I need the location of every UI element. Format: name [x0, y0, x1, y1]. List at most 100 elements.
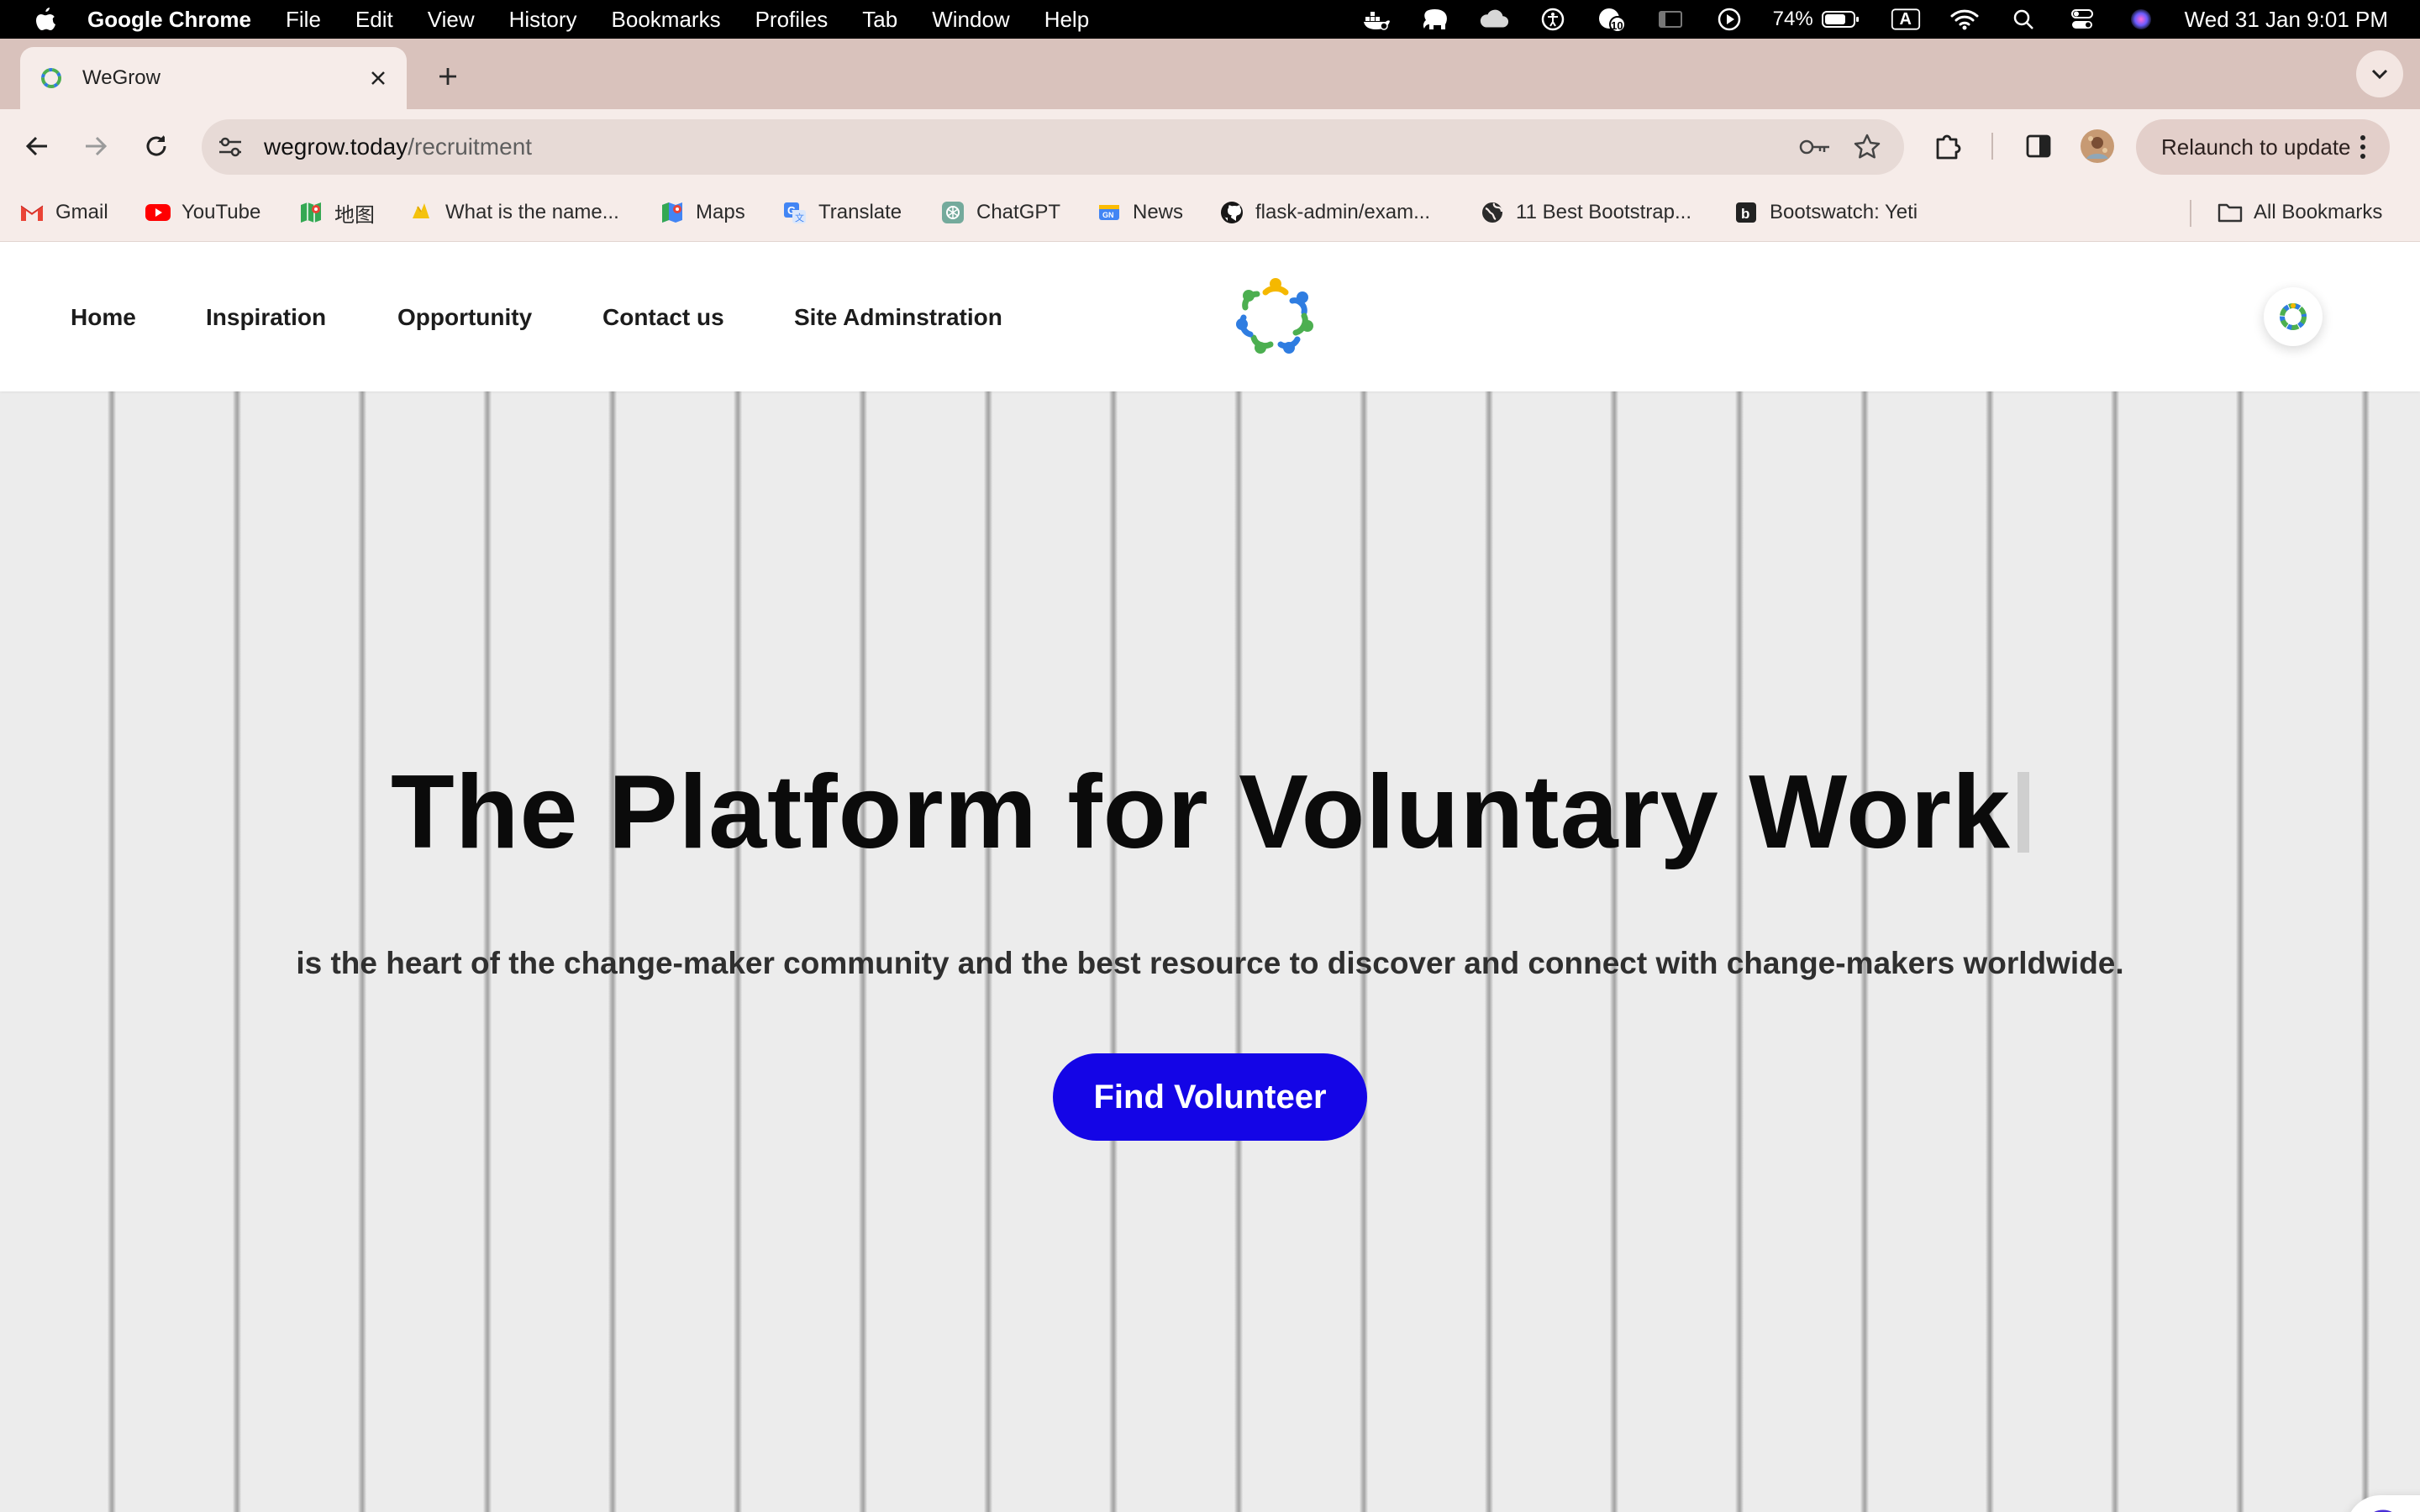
battery-icon[interactable]	[1820, 7, 1862, 32]
bookmark-label: 地图	[334, 203, 375, 227]
menu-edit[interactable]: Edit	[355, 7, 393, 33]
input-source-label: A	[1899, 9, 1912, 29]
bookmark-ditu[interactable]: 地图	[297, 197, 375, 228]
bookmark-chatgpt[interactable]: ChatGPT	[939, 197, 1060, 228]
translate-icon: G文	[781, 199, 808, 226]
bookmarks-bar: Gmail YouTube 地图 What is the name... Map…	[0, 183, 2420, 242]
bookmark-label: YouTube	[182, 201, 261, 223]
bookmark-label: ChatGPT	[976, 201, 1061, 223]
relaunch-to-update-button[interactable]: Relaunch to update	[2136, 119, 2390, 175]
all-bookmarks-button[interactable]: All Bookmarks	[2217, 197, 2382, 228]
elephant-icon[interactable]	[1420, 7, 1450, 32]
web-page: Home Inspiration Opportunity Contact us …	[0, 242, 2420, 1512]
bookmark-maps[interactable]: Maps	[659, 197, 745, 228]
notification-count: 10	[1611, 19, 1623, 32]
chatgpt-icon	[939, 199, 966, 226]
bookmark-label: Bootswatch: Yeti	[1770, 201, 1918, 223]
extensions-puzzle-icon[interactable]	[1928, 126, 1968, 166]
folder-icon	[2217, 199, 2244, 226]
siri-icon[interactable]	[2126, 7, 2156, 32]
play-circle-icon[interactable]	[1714, 7, 1744, 32]
reload-icon[interactable]	[134, 124, 178, 168]
bookmark-star-icon[interactable]	[1849, 129, 1886, 165]
bookmark-news[interactable]: GN News	[1096, 197, 1183, 228]
wegrow-favicon-icon	[39, 66, 64, 91]
bookmark-bootswatch[interactable]: b Bootswatch: Yeti	[1733, 197, 1918, 228]
accessibility-icon[interactable]	[1538, 7, 1568, 32]
wifi-icon[interactable]	[1949, 7, 1980, 32]
bookmark-youtube[interactable]: YouTube	[145, 197, 260, 228]
menu-help[interactable]: Help	[1044, 7, 1089, 33]
menu-bookmarks[interactable]: Bookmarks	[612, 7, 721, 33]
forward-arrow-icon[interactable]	[74, 124, 118, 168]
side-panel-icon[interactable]	[2018, 126, 2059, 166]
bookmark-bootstrap[interactable]: 11 Best Bootstrap...	[1479, 197, 1691, 228]
hero-title: The Platform for Voluntary Work	[0, 753, 2420, 872]
screen-mirroring-icon[interactable]	[1655, 7, 1686, 32]
macos-menu-bar: Google Chrome File Edit View History Boo…	[0, 0, 2420, 39]
hero-subtitle: is the heart of the change-maker communi…	[296, 946, 2124, 980]
gmail-icon	[18, 199, 45, 226]
site-header: Home Inspiration Opportunity Contact us …	[0, 242, 2420, 391]
svg-text:GN: GN	[1102, 211, 1114, 219]
wegrow-logo[interactable]	[1232, 272, 1319, 360]
bookmark-what-is-the-name[interactable]: What is the name...	[408, 197, 619, 228]
news-icon: GN	[1096, 199, 1123, 226]
notification-badge-icon[interactable]: 10	[1597, 7, 1627, 33]
nav-site-administration[interactable]: Site Adminstration	[794, 304, 1002, 331]
tab-wegrow[interactable]: WeGrow	[20, 47, 407, 109]
back-arrow-icon[interactable]	[15, 124, 59, 168]
bookmark-gmail[interactable]: Gmail	[18, 197, 108, 228]
more-vert-icon[interactable]	[2346, 130, 2380, 164]
new-tab-plus-icon[interactable]	[429, 57, 467, 96]
bookmark-label: What is the name...	[445, 201, 619, 223]
relaunch-label: Relaunch to update	[2161, 134, 2351, 160]
cloud-icon[interactable]	[1479, 7, 1509, 32]
find-volunteer-button[interactable]: Find Volunteer	[1053, 1053, 1367, 1141]
chatbot-face-icon	[2374, 1509, 2392, 1512]
profile-avatar[interactable]	[2077, 126, 2118, 166]
input-source-icon[interactable]: A	[1891, 7, 1921, 32]
bookmark-label: Translate	[818, 201, 902, 223]
bookmark-label: Maps	[696, 201, 745, 223]
bookmark-translate[interactable]: G文 Translate	[781, 197, 902, 228]
site-info-tune-icon[interactable]	[213, 130, 247, 164]
nav-home[interactable]: Home	[71, 304, 136, 331]
menu-view[interactable]: View	[428, 7, 475, 33]
battery-percent: 74%	[1772, 8, 1813, 30]
menu-tab[interactable]: Tab	[862, 7, 897, 33]
menu-file[interactable]: File	[286, 7, 321, 33]
tab-close-icon[interactable]	[361, 61, 395, 95]
maps-icon	[659, 199, 686, 226]
password-key-icon[interactable]	[1797, 130, 1833, 164]
docker-icon[interactable]	[1361, 7, 1392, 32]
nav-contact-us[interactable]: Contact us	[602, 304, 724, 331]
youtube-icon	[145, 199, 171, 226]
url-host: wegrow.today	[264, 134, 408, 160]
bookmark-label: flask-admin/exam...	[1255, 201, 1431, 223]
bookmark-flask-admin[interactable]: flask-admin/exam...	[1218, 197, 1430, 228]
globe-icon	[1479, 199, 1506, 226]
svg-text:文: 文	[795, 212, 804, 223]
url-text[interactable]: wegrow.today/recruitment	[264, 134, 1797, 160]
tab-search-chevron-icon[interactable]	[2356, 50, 2403, 97]
bookmark-label: Gmail	[55, 201, 108, 223]
browser-tab-strip: WeGrow	[0, 39, 2420, 109]
bookmark-label: News	[1133, 201, 1184, 223]
address-bar[interactable]: wegrow.today/recruitment	[202, 119, 1904, 175]
control-center-icon[interactable]	[2067, 7, 2097, 32]
status-area: 10 74% A Wed 31 Jan 9:01 PM	[1361, 0, 2388, 39]
tab-title: WeGrow	[82, 66, 160, 89]
menu-history[interactable]: History	[509, 7, 577, 33]
user-avatar-badge[interactable]	[2264, 287, 2323, 346]
menu-app-name[interactable]: Google Chrome	[87, 7, 251, 33]
menubar-clock[interactable]: Wed 31 Jan 9:01 PM	[2185, 7, 2388, 33]
github-icon	[1218, 199, 1245, 226]
hero-section: The Platform for Voluntary Work is the h…	[0, 391, 2420, 1512]
spotlight-search-icon[interactable]	[2008, 7, 2039, 32]
menu-window[interactable]: Window	[932, 7, 1009, 33]
nav-inspiration[interactable]: Inspiration	[206, 304, 326, 331]
nav-opportunity[interactable]: Opportunity	[397, 304, 532, 331]
menu-profiles[interactable]: Profiles	[755, 7, 829, 33]
apple-icon[interactable]	[34, 7, 59, 32]
